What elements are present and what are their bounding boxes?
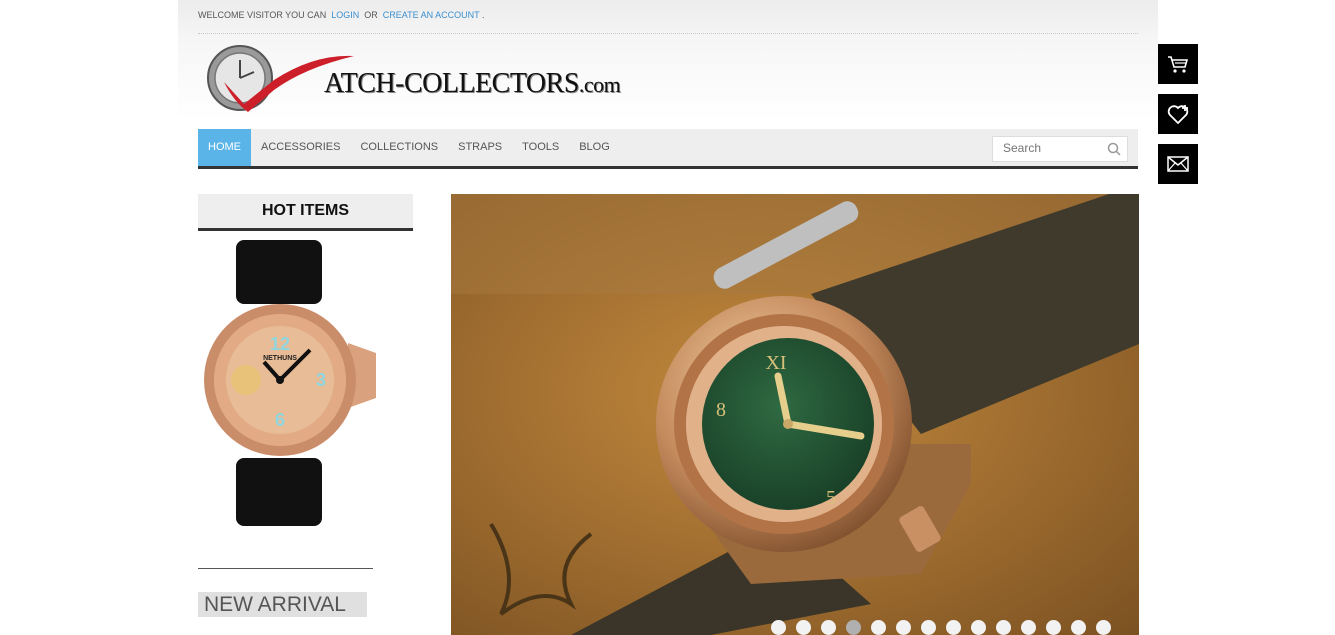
welcome-text: WELCOME VISITOR YOU CAN [198,10,327,20]
nav-item-collections[interactable]: COLLECTIONS [350,129,448,166]
cart-icon [1168,56,1189,73]
slider-dot[interactable] [896,620,911,635]
hot-item-product-image[interactable]: 12 3 6 NETHUNS [198,238,378,528]
slider-dot[interactable] [971,620,986,635]
slider-dot[interactable] [796,620,811,635]
slider-dot[interactable] [1046,620,1061,635]
cart-button[interactable] [1158,44,1198,84]
slider-dot[interactable] [1021,620,1036,635]
welcome-bar: WELCOME VISITOR YOU CAN LOGIN OR CREATE … [198,0,1138,34]
slider-dot[interactable] [821,620,836,635]
period-text: . [481,10,485,20]
mail-icon [1167,156,1189,172]
slider-dot[interactable] [771,620,786,635]
page-container: WELCOME VISITOR YOU CAN LOGIN OR CREATE … [178,0,1158,635]
search-input[interactable] [993,137,1108,159]
nav-item-straps[interactable]: STRAPS [448,129,512,166]
slider-dot[interactable] [921,620,936,635]
hero-slide-image: XI 8 5 [451,194,1139,635]
dial-brand-text: NETHUNS [263,355,297,362]
slider-dot-active[interactable] [846,620,861,635]
or-text: OR [364,10,378,20]
new-arrival-heading: NEW ARRIVAL [198,592,367,617]
nav-item-accessories[interactable]: ACCESSORIES [251,129,350,166]
site-logo[interactable]: ATCH-COLLECTORS.com [204,42,644,116]
slider-dot[interactable] [1071,620,1086,635]
login-link[interactable]: LOGIN [331,10,359,20]
slider-dot[interactable] [871,620,886,635]
logo-tld: .com [578,72,621,97]
search-icon[interactable] [1107,142,1121,156]
svg-text:6: 6 [275,410,285,430]
heart-icon [1167,105,1189,125]
hero-slider[interactable]: XI 8 5 [451,194,1139,635]
nav-item-tools[interactable]: TOOLS [512,129,569,166]
search-box [992,136,1128,162]
hot-items-heading: HOT ITEMS [198,194,413,231]
create-account-link[interactable]: CREATE AN ACCOUNT [383,10,480,20]
svg-text:XI: XI [765,352,786,374]
nav-item-blog[interactable]: BLOG [569,129,620,166]
svg-text:8: 8 [716,399,726,421]
svg-text:3: 3 [316,370,326,390]
contact-button[interactable] [1158,144,1198,184]
slider-dot[interactable] [946,620,961,635]
svg-text:5: 5 [826,487,836,509]
section-divider [198,568,373,569]
slider-dot[interactable] [1096,620,1111,635]
slider-dot[interactable] [996,620,1011,635]
logo-text: ATCH-COLLECTORS.com [324,68,621,100]
nav-item-home[interactable]: HOME [198,129,251,166]
main-nav: HOME ACCESSORIES COLLECTIONS STRAPS TOOL… [198,129,1138,169]
logo-name: ATCH-COLLECTORS [324,68,579,99]
wishlist-button[interactable] [1158,94,1198,134]
slider-pagination [771,620,1139,635]
svg-text:12: 12 [270,334,290,354]
